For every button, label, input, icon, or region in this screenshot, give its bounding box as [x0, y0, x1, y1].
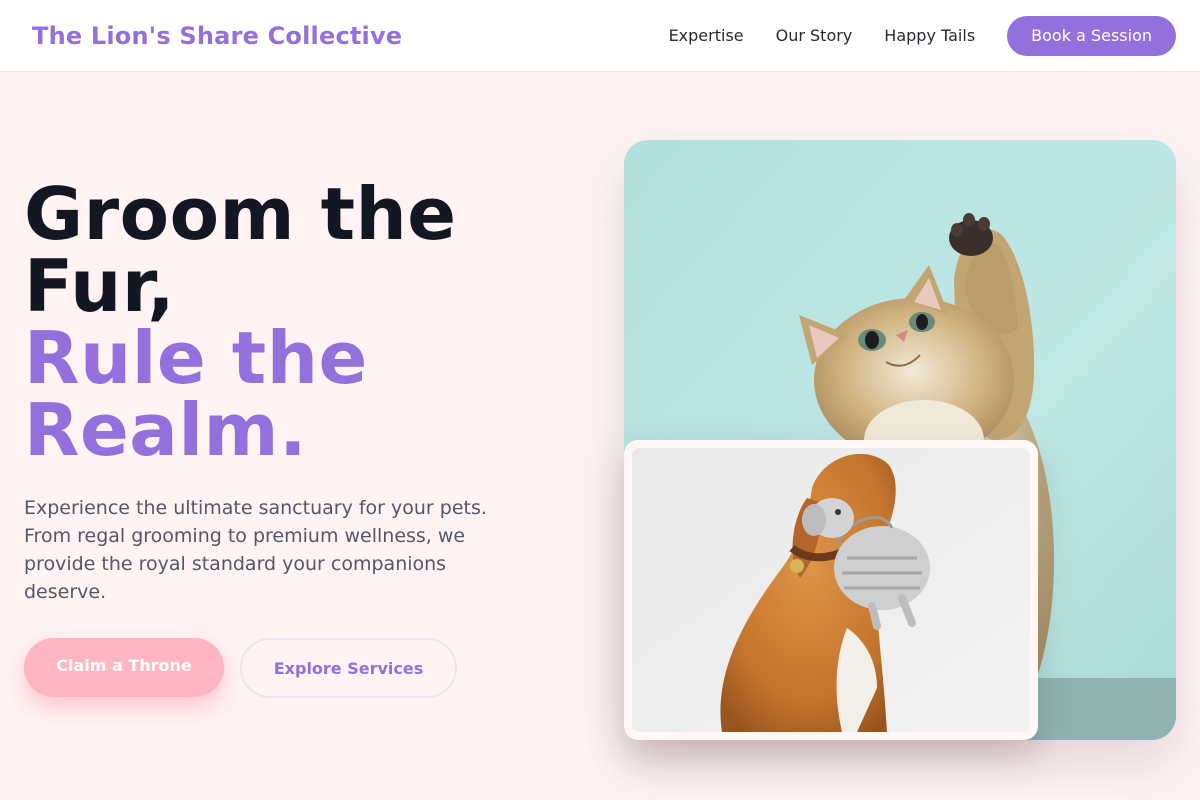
hero-title-line-1: Groom the: [24, 172, 457, 256]
nav-link-happy-tails[interactable]: Happy Tails: [884, 26, 975, 45]
dog-photo: [632, 448, 1030, 732]
dog-illustration: [632, 448, 1030, 732]
claim-throne-button[interactable]: Claim a Throne: [24, 638, 224, 697]
navbar: The Lion's Share Collective Expertise Ou…: [0, 0, 1200, 72]
hero-title-accent-line-2: Realm.: [24, 388, 307, 472]
book-session-button[interactable]: Book a Session: [1007, 15, 1176, 56]
dog-photo-card: [624, 440, 1038, 740]
explore-services-button[interactable]: Explore Services: [240, 638, 457, 698]
nav-menu: Expertise Our Story Happy Tails Book a S…: [669, 15, 1176, 56]
brand-logo[interactable]: The Lion's Share Collective: [32, 22, 402, 50]
nav-link-expertise[interactable]: Expertise: [669, 26, 744, 45]
hero-title: Groom the Fur, Rule the Realm.: [24, 178, 584, 466]
hero-title-accent-line-1: Rule the: [24, 316, 368, 400]
hero-subtitle: Experience the ultimate sanctuary for yo…: [24, 497, 487, 603]
hero-title-line-2: Fur,: [24, 244, 176, 328]
nav-link-our-story[interactable]: Our Story: [776, 26, 853, 45]
